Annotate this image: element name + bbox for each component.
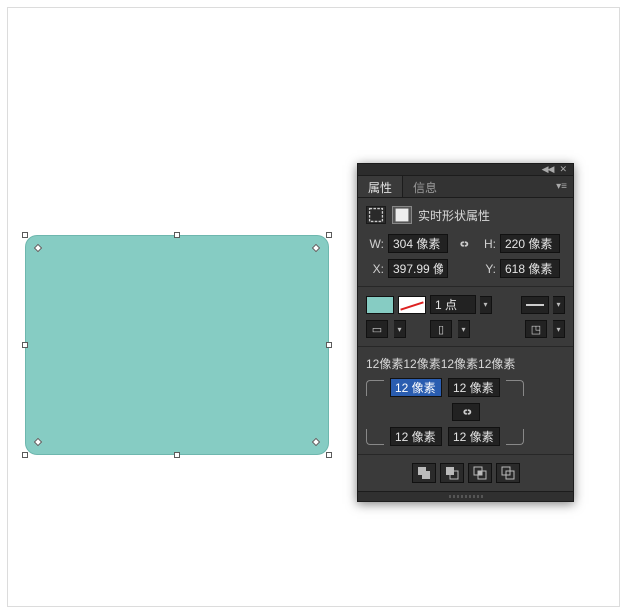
handle-ml[interactable]	[22, 342, 28, 348]
link-wh-icon[interactable]	[452, 235, 474, 253]
collapse-icon[interactable]: ◀◀	[542, 164, 554, 175]
corner-bl-input[interactable]	[390, 427, 442, 446]
height-input[interactable]	[500, 234, 560, 253]
panel-topbar: ◀◀ ✕	[358, 164, 573, 176]
tabbar: 属性 信息 ▾≡	[358, 176, 573, 198]
close-icon[interactable]: ✕	[559, 164, 567, 175]
pathop-exclude-button[interactable]	[496, 463, 520, 483]
corner-tr-icon[interactable]	[506, 380, 524, 396]
handle-tm[interactable]	[174, 232, 180, 238]
bounds-icon[interactable]	[366, 206, 386, 224]
corner-br-icon[interactable]	[506, 429, 524, 445]
x-input[interactable]	[388, 259, 448, 278]
live-shape-icon[interactable]	[392, 206, 412, 224]
canvas[interactable]: ◀◀ ✕ 属性 信息 ▾≡ 实时形状属性 W:	[7, 7, 620, 607]
stroke-weight-dropdown-icon[interactable]: ▾	[480, 296, 492, 314]
corner-join-caret-icon[interactable]: ▾	[553, 320, 565, 338]
xy-spacer	[452, 260, 474, 278]
fill-swatch[interactable]	[366, 296, 394, 314]
cap-dropdown[interactable]: ▯	[430, 320, 452, 338]
section-title: 实时形状属性	[418, 207, 490, 224]
handle-bl[interactable]	[22, 452, 28, 458]
panel-menu-icon[interactable]: ▾≡	[556, 181, 567, 192]
width-input[interactable]	[388, 234, 448, 253]
corner-br-input[interactable]	[448, 427, 500, 446]
handle-mr[interactable]	[326, 342, 332, 348]
corner-join-dropdown[interactable]: ◳	[525, 320, 547, 338]
tab-properties[interactable]: 属性	[358, 176, 403, 197]
handle-br[interactable]	[326, 452, 332, 458]
corner-tr-input[interactable]	[448, 378, 500, 397]
corner-summary: 12像素12像素12像素12像素	[366, 355, 565, 372]
properties-panel: ◀◀ ✕ 属性 信息 ▾≡ 实时形状属性 W:	[357, 163, 574, 502]
corner-bl-icon[interactable]	[366, 429, 384, 445]
panel-resize-grip[interactable]	[358, 491, 573, 501]
corner-tl-icon[interactable]	[366, 380, 384, 396]
h-label: H:	[478, 237, 496, 251]
y-label: Y:	[478, 262, 496, 276]
pathop-unite-button[interactable]	[412, 463, 436, 483]
rounded-rectangle-shape[interactable]	[25, 235, 329, 455]
pathop-intersect-button[interactable]	[468, 463, 492, 483]
handle-tr[interactable]	[326, 232, 332, 238]
tab-info[interactable]: 信息	[403, 176, 447, 197]
x-label: X:	[366, 262, 384, 276]
stroke-weight-input[interactable]: 1 点	[430, 295, 476, 314]
stroke-style-dropdown[interactable]	[521, 296, 549, 314]
stroke-align-caret-icon[interactable]: ▾	[394, 320, 406, 338]
y-input[interactable]	[500, 259, 560, 278]
link-corners-icon[interactable]	[452, 403, 480, 421]
stroke-style-caret-icon[interactable]: ▾	[553, 296, 565, 314]
pathop-subtract-button[interactable]	[440, 463, 464, 483]
w-label: W:	[366, 237, 384, 251]
handle-tl[interactable]	[22, 232, 28, 238]
handle-bm[interactable]	[174, 452, 180, 458]
corner-tl-input[interactable]	[390, 378, 442, 397]
stroke-align-dropdown[interactable]: ▭	[366, 320, 388, 338]
cap-caret-icon[interactable]: ▾	[458, 320, 470, 338]
stroke-swatch[interactable]	[398, 296, 426, 314]
